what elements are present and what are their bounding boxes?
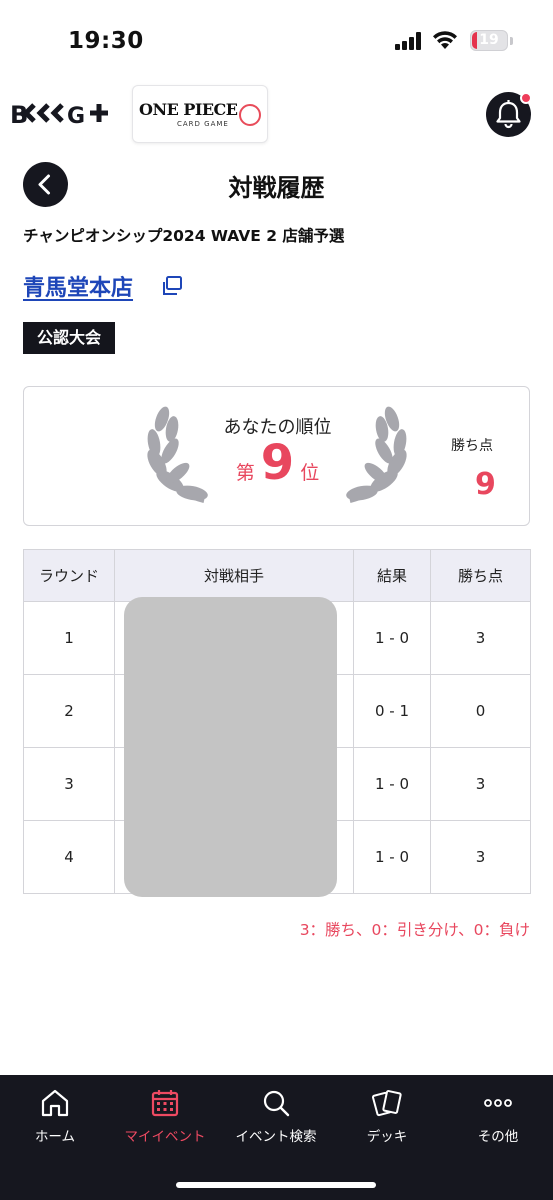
nav-more[interactable]: その他 — [443, 1087, 553, 1145]
rank-suffix: 位 — [300, 462, 320, 484]
status-time: 19:30 — [68, 28, 144, 54]
svg-text:G: G — [67, 104, 85, 128]
cell-round: 4 — [23, 820, 115, 894]
notification-dot — [520, 92, 532, 104]
external-link-icon[interactable] — [161, 275, 183, 297]
rank-prefix: 第 — [235, 462, 255, 484]
cell-result: 1 - 0 — [353, 747, 431, 821]
rank-number: 9 — [260, 435, 295, 491]
cards-icon — [371, 1090, 402, 1117]
status-bar: 19:30 19 — [0, 0, 553, 80]
table-header-row: ラウンド 対戦相手 結果 勝ち点 — [23, 549, 531, 602]
bandai-ccg-logo[interactable]: B G — [10, 98, 110, 128]
page-title: 対戦履歴 — [228, 174, 325, 202]
nav-deck[interactable]: デッキ — [332, 1087, 442, 1145]
search-icon — [263, 1090, 290, 1117]
cell-round: 1 — [23, 601, 115, 675]
points-label: 勝ち点 — [451, 438, 493, 454]
cell-result: 1 - 0 — [353, 601, 431, 675]
cell-result: 1 - 0 — [353, 820, 431, 894]
nav-home-label: ホーム — [34, 1129, 76, 1145]
home-indicator — [176, 1182, 376, 1188]
nav-home[interactable]: ホーム — [0, 1087, 110, 1145]
nav-my-events[interactable]: マイイベント — [110, 1087, 220, 1145]
cell-points: 3 — [430, 747, 531, 821]
home-icon — [41, 1089, 69, 1117]
op-logo-title: ONE PIECE — [139, 100, 238, 119]
header-opponent: 対戦相手 — [114, 549, 354, 602]
points-legend: 3：勝ち、0：引き分け、0：負け — [299, 921, 530, 939]
op-logo-ring-icon — [239, 104, 261, 126]
event-name: チャンピオンシップ2024 WAVE 2 店舗予選 — [23, 227, 345, 245]
header-points: 勝ち点 — [430, 549, 531, 602]
cell-points: 3 — [430, 601, 531, 675]
nav-deck-label: デッキ — [366, 1129, 408, 1145]
points-value: 9 — [475, 467, 496, 502]
store-name-link[interactable]: 青馬堂本店 — [23, 270, 133, 302]
header-round: ラウンド — [23, 549, 115, 602]
battery-icon: 19 — [470, 30, 508, 51]
calendar-icon — [151, 1090, 179, 1117]
opponent-redaction-overlay — [124, 597, 337, 897]
header-result: 結果 — [353, 549, 431, 602]
cell-round: 2 — [23, 674, 115, 748]
rank-card: あなたの順位 第9位 勝ち点 9 — [23, 386, 530, 526]
cell-round: 3 — [23, 747, 115, 821]
op-logo-subtitle: CARD GAME — [177, 120, 229, 128]
event-type-badge: 公認大会 — [23, 322, 116, 354]
battery-level: 19 — [479, 32, 499, 48]
more-icon — [484, 1099, 512, 1107]
battery-cap — [510, 37, 513, 45]
wifi-icon — [433, 31, 457, 49]
nav-event-search-label: イベント検索 — [235, 1129, 317, 1145]
nav-my-events-label: マイイベント — [124, 1129, 206, 1145]
nav-event-search[interactable]: イベント検索 — [221, 1087, 331, 1145]
cell-result: 0 - 1 — [353, 674, 431, 748]
cell-points: 0 — [430, 674, 531, 748]
nav-more-label: その他 — [477, 1129, 519, 1145]
cell-points: 3 — [430, 820, 531, 894]
cellular-signal-icon — [395, 32, 425, 50]
one-piece-card-game-logo[interactable]: ONE PIECE CARD GAME — [132, 85, 268, 143]
